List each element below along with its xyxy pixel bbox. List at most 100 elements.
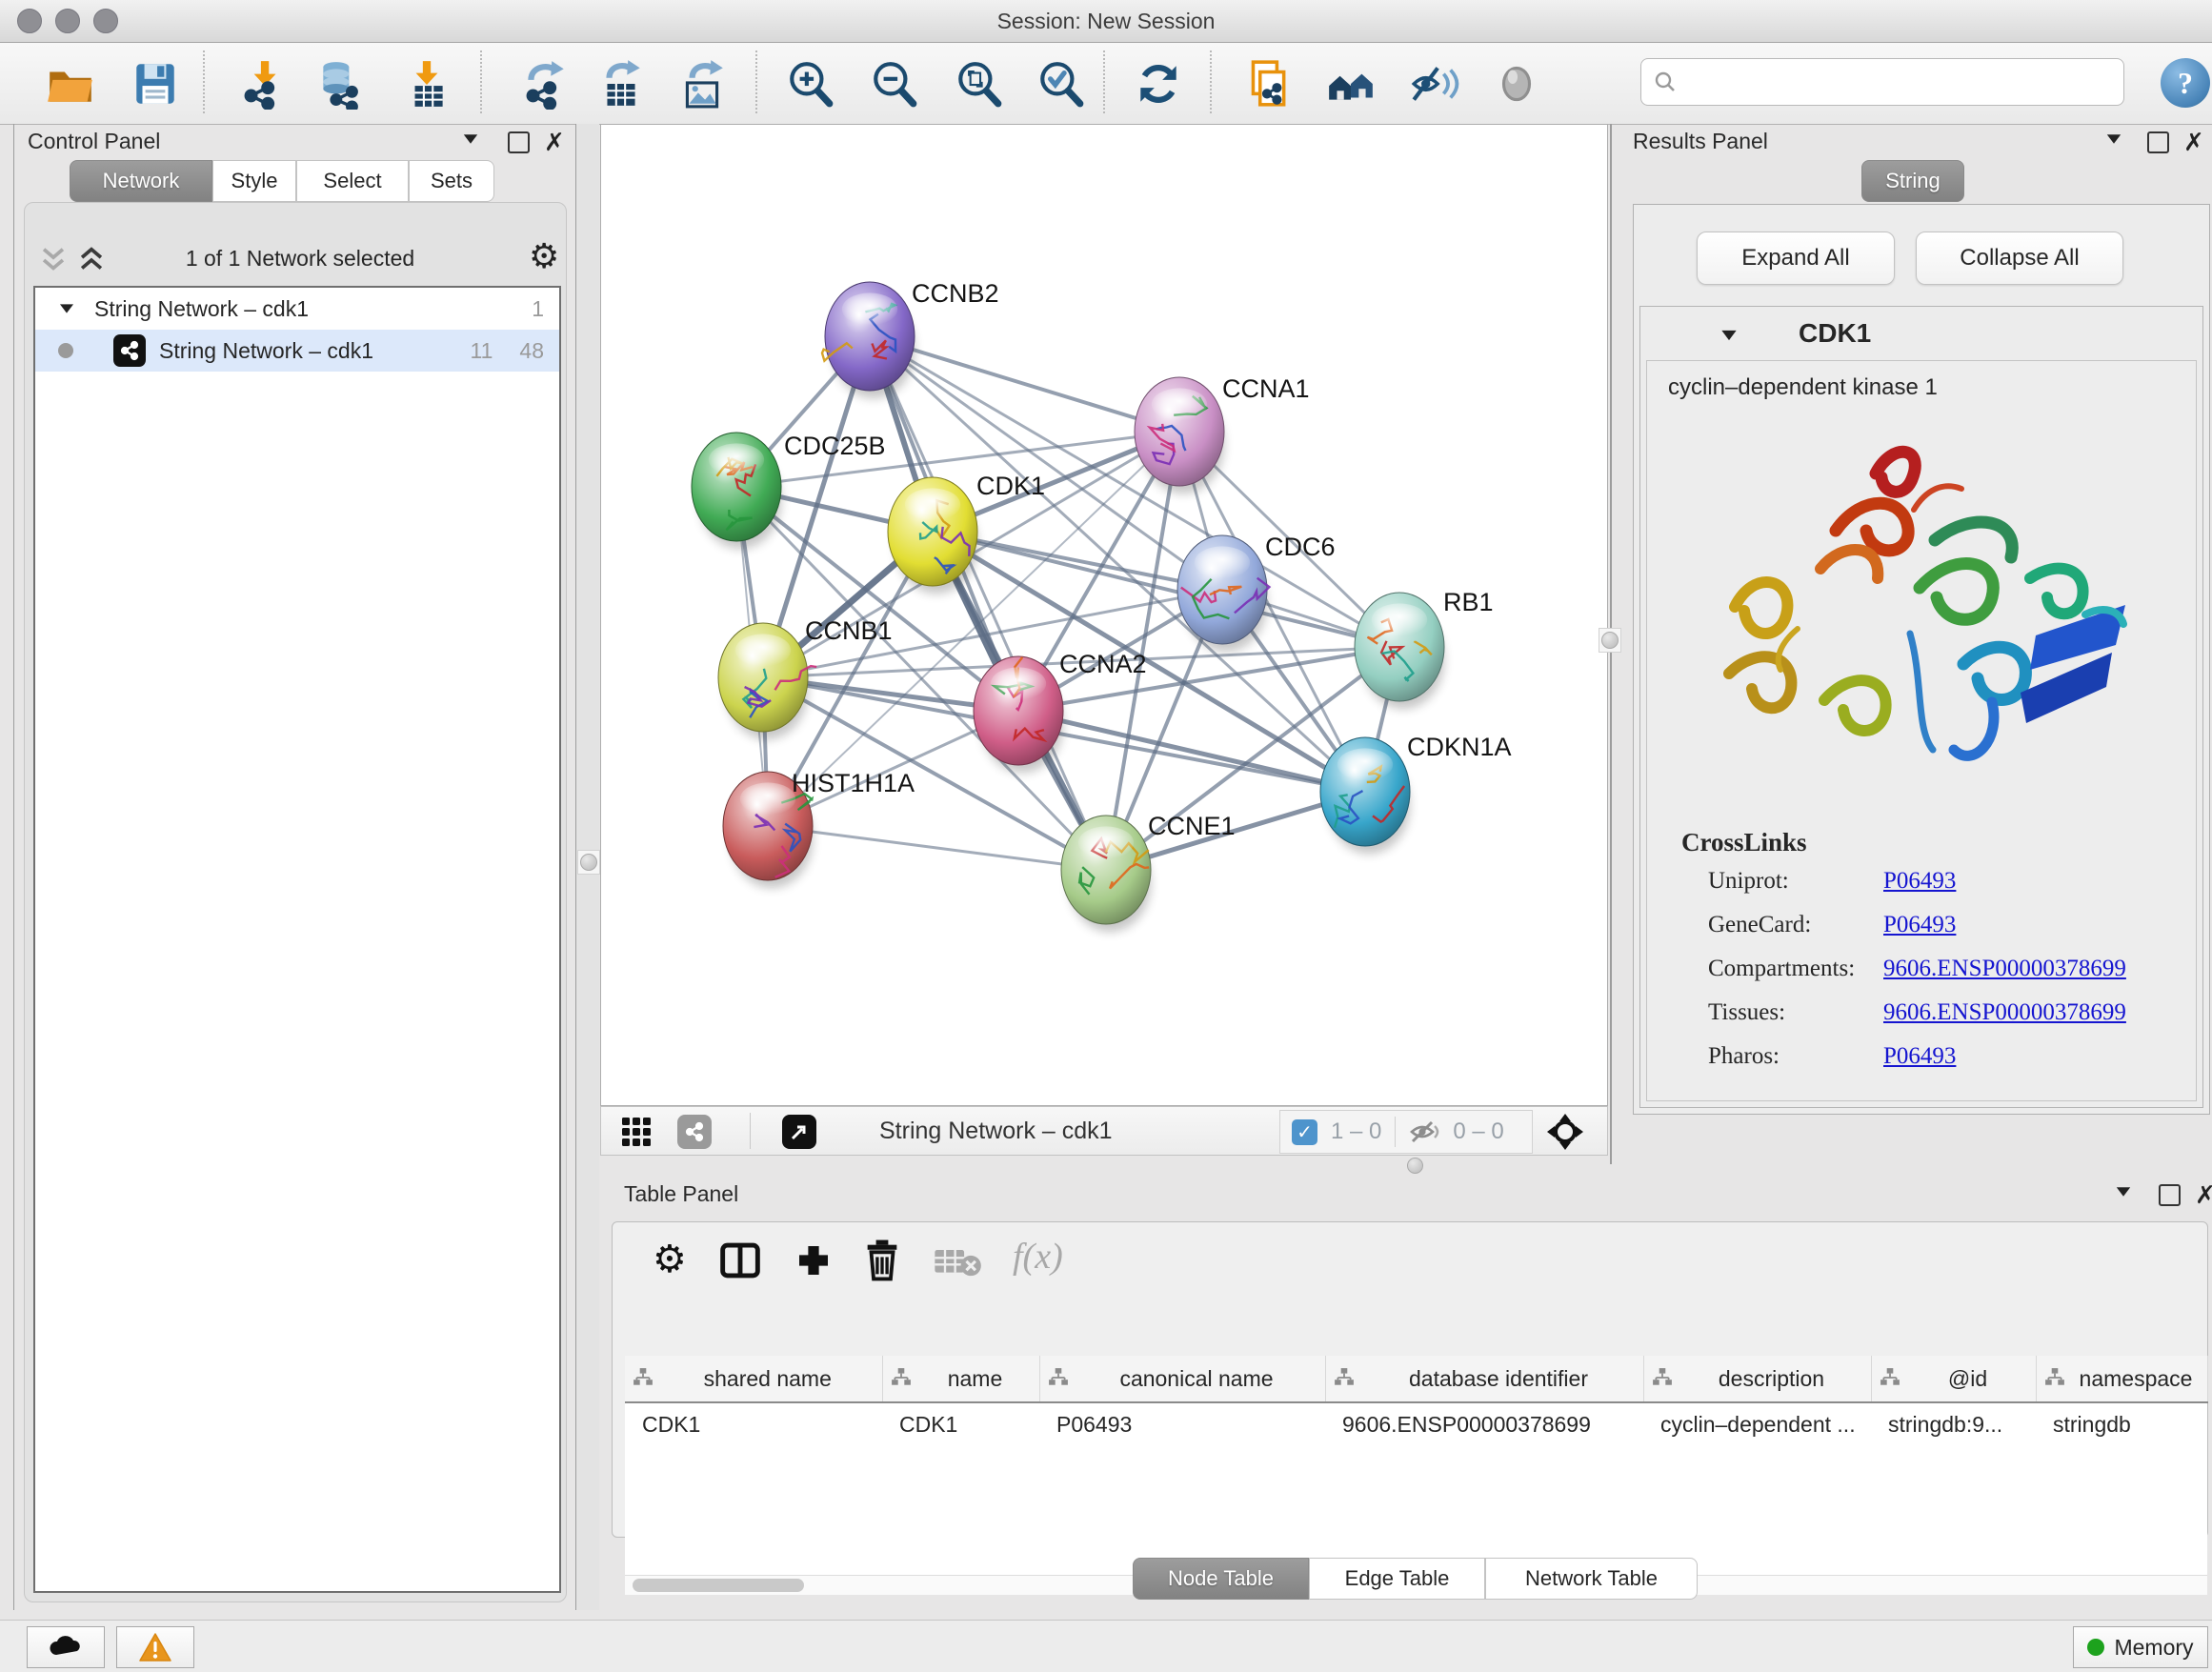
- network-node-CDC25B[interactable]: [692, 433, 781, 549]
- delete-table-button[interactable]: [933, 1247, 982, 1282]
- cdk1-disclosure-icon[interactable]: [1721, 331, 1736, 340]
- help-button[interactable]: ?: [2161, 58, 2210, 108]
- tab-sets[interactable]: Sets: [409, 160, 494, 202]
- function-builder-button[interactable]: f(x): [1013, 1236, 1063, 1278]
- fit-selected-button[interactable]: [1546, 1113, 1584, 1156]
- tab-network-table[interactable]: Network Table: [1485, 1558, 1698, 1600]
- first-neighbors-button[interactable]: [1325, 58, 1377, 110]
- right-splitter-handle[interactable]: [1601, 632, 1619, 649]
- toggle-columns-button[interactable]: [719, 1241, 761, 1284]
- network-row-selected[interactable]: String Network – cdk1 11 48: [35, 330, 559, 372]
- zoom-selected-button[interactable]: [1036, 58, 1087, 110]
- add-column-button[interactable]: [794, 1241, 834, 1284]
- column-header-id[interactable]: @id: [1871, 1356, 2036, 1402]
- save-session-button[interactable]: [130, 58, 181, 110]
- expand-all-button[interactable]: Expand All: [1697, 232, 1895, 285]
- float-table-button[interactable]: [2115, 1186, 2132, 1198]
- column-header-canonical-name[interactable]: canonical name: [1039, 1356, 1325, 1402]
- network-node-CCNB2[interactable]: [822, 282, 915, 398]
- tab-select[interactable]: Select: [296, 160, 409, 202]
- float-results-button[interactable]: [2105, 133, 2122, 145]
- export-table-button[interactable]: [595, 58, 647, 110]
- network-canvas[interactable]: CCNB2CCNA1CDC25BCDK1CDC6RB1CCNB1CCNA2CDK…: [600, 124, 1608, 1106]
- maximize-table-button[interactable]: [2159, 1184, 2181, 1206]
- cell-namespace[interactable]: stringdb: [2036, 1402, 2207, 1445]
- columns-icon: [719, 1241, 761, 1279]
- scrollbar-thumb[interactable]: [633, 1579, 804, 1592]
- column-header-shared-name[interactable]: shared name: [625, 1356, 882, 1402]
- cloud-status-button[interactable]: [27, 1626, 105, 1668]
- network-graph[interactable]: CCNB2CCNA1CDC25BCDK1CDC6RB1CCNB1CCNA2CDK…: [601, 125, 1607, 1105]
- delete-column-button[interactable]: [862, 1238, 902, 1286]
- hidden-eye-slash-icon[interactable]: [1409, 1119, 1441, 1144]
- cell-canonical-name[interactable]: P06493: [1039, 1402, 1325, 1445]
- export-image-button[interactable]: [676, 58, 728, 110]
- search-input[interactable]: [1678, 69, 2091, 95]
- crosslink-value-genecard[interactable]: P06493: [1883, 912, 1956, 938]
- warnings-button[interactable]: [116, 1626, 194, 1668]
- detach-view-button[interactable]: [782, 1115, 816, 1149]
- table-gear-icon[interactable]: ⚙: [653, 1238, 687, 1281]
- zoom-fit-button[interactable]: [954, 58, 1005, 110]
- cell-description[interactable]: cyclin–dependent ...: [1643, 1402, 1871, 1445]
- network-view-toolbar: String Network – cdk1 ✓ 1 – 0 0 – 0: [600, 1106, 1608, 1156]
- maximize-panel-button[interactable]: [508, 131, 530, 153]
- network-node-RB1[interactable]: [1355, 593, 1444, 709]
- right-splitter[interactable]: [1599, 628, 1621, 653]
- export-network-button[interactable]: [519, 58, 571, 110]
- zoom-in-button[interactable]: [785, 58, 836, 110]
- cell-name[interactable]: CDK1: [882, 1402, 1039, 1445]
- float-panel-button[interactable]: [462, 133, 479, 145]
- collapse-all-button[interactable]: Collapse All: [1916, 232, 2123, 285]
- tab-edge-table[interactable]: Edge Table: [1309, 1558, 1485, 1600]
- duplicate-network-button[interactable]: [1241, 58, 1293, 110]
- maximize-results-button[interactable]: [2147, 131, 2169, 153]
- column-header-namespace[interactable]: namespace: [2036, 1356, 2207, 1402]
- open-file-button[interactable]: [45, 58, 96, 110]
- close-results-button[interactable]: ✗: [2183, 128, 2204, 157]
- import-network-button[interactable]: [237, 58, 289, 110]
- tab-string[interactable]: String: [1861, 160, 1964, 202]
- cell-shared-name[interactable]: CDK1: [625, 1402, 882, 1445]
- network-node-CCNA2[interactable]: [974, 656, 1063, 773]
- table-row[interactable]: CDK1 CDK1 P06493 9606.ENSP00000378699 cy…: [625, 1402, 2207, 1445]
- column-header-name[interactable]: name: [882, 1356, 1039, 1402]
- crosslink-value-compartments[interactable]: 9606.ENSP00000378699: [1883, 956, 2126, 982]
- import-database-button[interactable]: [314, 58, 366, 110]
- crosslink-value-pharos[interactable]: P06493: [1883, 1043, 1956, 1070]
- column-header-database-identifier[interactable]: database identifier: [1325, 1356, 1643, 1402]
- cdk1-section: CDK1 cyclin–dependent kinase 1: [1639, 306, 2203, 1108]
- network-node-CDKN1A[interactable]: [1320, 737, 1410, 854]
- refresh-button[interactable]: [1133, 58, 1184, 110]
- close-table-button[interactable]: ✗: [2195, 1180, 2212, 1210]
- cell-database-identifier[interactable]: 9606.ENSP00000378699: [1325, 1402, 1643, 1445]
- network-view-share-button[interactable]: [677, 1115, 712, 1149]
- network-node-CDC6[interactable]: [1177, 535, 1269, 652]
- crosslink-value-tissues[interactable]: 9606.ENSP00000378699: [1883, 999, 2126, 1026]
- expand-all-networks-button[interactable]: [75, 244, 108, 281]
- collapse-all-networks-button[interactable]: [37, 244, 70, 281]
- left-splitter-handle[interactable]: [580, 854, 597, 871]
- selected-checkbox-icon[interactable]: ✓: [1292, 1119, 1317, 1145]
- network-options-gear-icon[interactable]: ⚙: [529, 236, 559, 276]
- column-header-description[interactable]: description: [1643, 1356, 1871, 1402]
- close-panel-button[interactable]: ✗: [544, 128, 565, 157]
- tab-style[interactable]: Style: [212, 160, 296, 202]
- network-node-CCNE1[interactable]: [1061, 816, 1151, 932]
- crosslink-value-uniprot[interactable]: P06493: [1883, 868, 1956, 895]
- grid-view-button[interactable]: [620, 1116, 653, 1153]
- network-collection-row[interactable]: String Network – cdk1 1: [35, 288, 559, 330]
- hide-selected-button[interactable]: [1408, 58, 1459, 110]
- network-node-CDK1[interactable]: [888, 477, 977, 594]
- show-all-button[interactable]: [1491, 58, 1542, 110]
- tab-network[interactable]: Network: [70, 160, 212, 202]
- control-panel: Control Panel ✗ Network Style Select Set…: [13, 124, 573, 1610]
- network-node-CCNA1[interactable]: [1135, 377, 1224, 494]
- import-table-button[interactable]: [401, 58, 452, 110]
- zoom-out-button[interactable]: [869, 58, 920, 110]
- memory-button[interactable]: Memory: [2073, 1626, 2208, 1668]
- cell-id[interactable]: stringdb:9...: [1871, 1402, 2036, 1445]
- tab-node-table[interactable]: Node Table: [1133, 1558, 1309, 1600]
- left-splitter[interactable]: [575, 124, 599, 1610]
- collection-disclosure-icon[interactable]: [60, 304, 73, 312]
